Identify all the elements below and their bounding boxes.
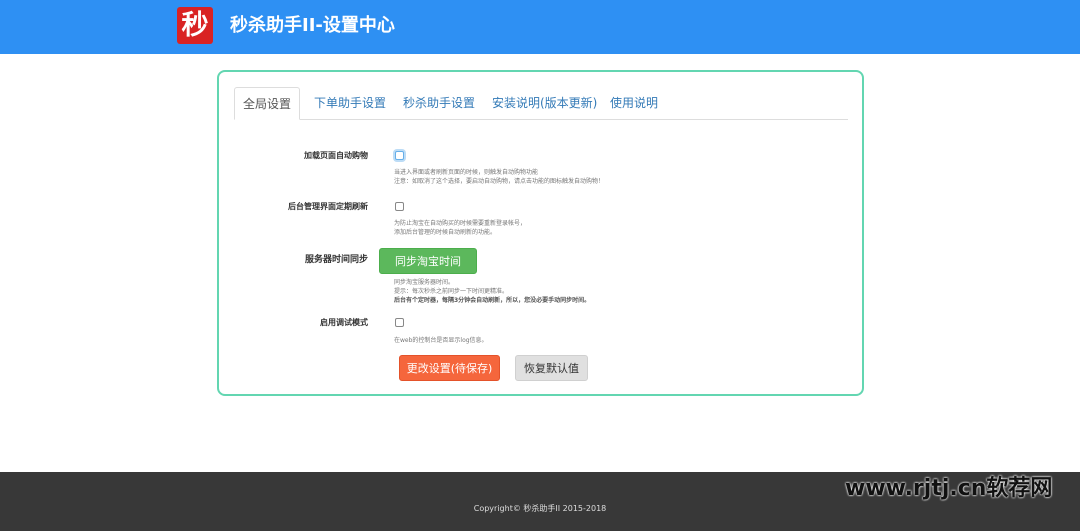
tab-seckill-assistant[interactable]: 秒杀助手设置 [403, 87, 475, 120]
backend-refresh-help: 为防止淘宝在自动购买的时候需要重新登录帐号， 添加后台管理的时候自动刷新的功能。 [394, 220, 527, 236]
backend-refresh-checkbox[interactable] [395, 202, 404, 211]
debug-mode-checkbox[interactable] [395, 318, 404, 327]
tab-install-notes[interactable]: 安装说明(版本更新) [492, 87, 597, 120]
settings-tabs: 全局设置 下单助手设置 秒杀助手设置 安装说明(版本更新) 使用说明 [234, 87, 848, 120]
save-settings-button[interactable]: 更改设置(待保存) [399, 355, 500, 381]
tab-usage-guide[interactable]: 使用说明 [610, 87, 658, 120]
tab-order-assistant[interactable]: 下单助手设置 [314, 87, 386, 120]
debug-mode-label: 启用调试模式 [320, 318, 368, 327]
top-bar: 秒 秒杀助手II-设置中心 [0, 0, 1080, 54]
site-watermark: www.rjtj.cn软荐网 [845, 476, 1053, 501]
auto-buy-label: 加载页面自动购物 [304, 151, 368, 160]
tab-global-settings[interactable]: 全局设置 [234, 87, 300, 120]
time-sync-label: 服务器时间同步 [304, 255, 368, 265]
app-title: 秒杀助手II-设置中心 [230, 15, 395, 36]
app-logo: 秒 [177, 7, 213, 44]
debug-mode-help: 在web的控制台是否显示log信息。 [394, 337, 488, 344]
backend-refresh-label: 后台管理界面定期刷新 [288, 202, 368, 211]
reset-defaults-button[interactable]: 恢复默认值 [515, 355, 588, 381]
copyright-text: Copyright© 秒杀助手II 2015-2018 [473, 504, 607, 513]
settings-panel: 全局设置 下单助手设置 秒杀助手设置 安装说明(版本更新) 使用说明 加载页面自… [217, 70, 864, 396]
time-sync-help: 同步淘宝服务器时间。 提示：每次秒杀之前同步一下时间更精准。 后台有个定时器，每… [394, 279, 591, 304]
auto-buy-help: 当进入界面或者刷新页面的时候，则触发自动购物功能 注意：如取消了这个选择，要启动… [394, 169, 605, 185]
sync-taobao-time-button[interactable]: 同步淘宝时间 [379, 248, 477, 274]
auto-buy-checkbox[interactable] [395, 151, 404, 160]
